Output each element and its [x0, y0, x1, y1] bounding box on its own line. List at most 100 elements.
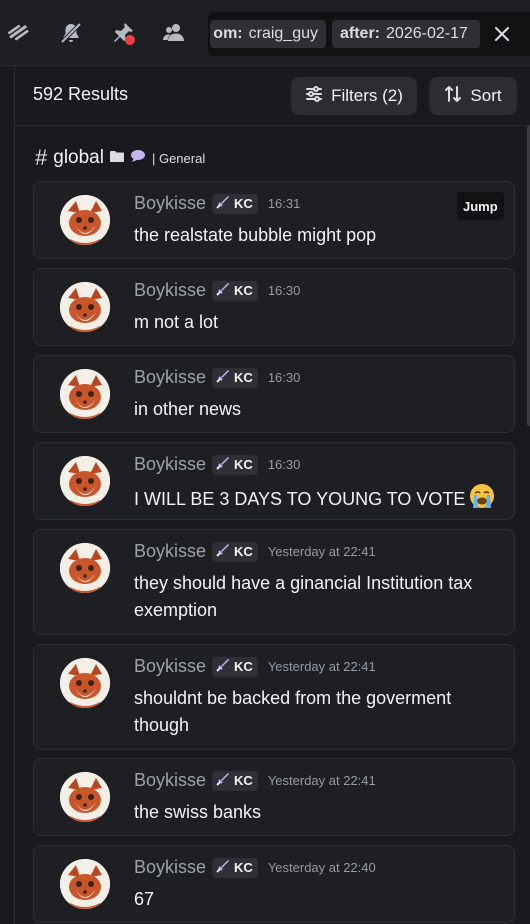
- author-name[interactable]: Boykisse: [134, 857, 206, 878]
- server-tag-label: KC: [234, 457, 253, 472]
- message-text-content: m not a lot: [134, 312, 219, 332]
- avatar[interactable]: [60, 282, 110, 332]
- mute-bell-icon[interactable]: [58, 20, 84, 46]
- results-count: 592 Results: [33, 84, 129, 104]
- server-tag[interactable]: KC: [212, 541, 258, 562]
- threads-icon[interactable]: [6, 20, 32, 46]
- server-tag-label: KC: [234, 773, 253, 788]
- message-text-content: in other news: [134, 399, 242, 419]
- author-name[interactable]: Boykisse: [134, 280, 206, 301]
- sort-button[interactable]: Sort: [429, 77, 517, 115]
- server-tag[interactable]: KC: [212, 193, 258, 214]
- speech-bubble-icon: [130, 149, 146, 168]
- filters-label: Filters (2): [331, 86, 403, 105]
- channel-name: global: [53, 147, 104, 168]
- message-header: Boykisse KC 16:31: [134, 193, 300, 214]
- filters-button[interactable]: Filters (2): [291, 77, 417, 115]
- sword-icon: [216, 456, 230, 473]
- channel-hash-icon: #: [35, 145, 48, 170]
- pinned-icon[interactable]: [110, 20, 136, 46]
- message-text: they should have a ginancial Institution…: [134, 570, 504, 624]
- server-tag-label: KC: [234, 196, 253, 211]
- message-header: Boykisse KC Yesterday at 22:41: [134, 770, 376, 791]
- search-input[interactable]: om: craig_guy after: 2026-02-17: [208, 12, 530, 56]
- author-name[interactable]: Boykisse: [134, 454, 206, 475]
- folder-icon: [109, 149, 124, 167]
- clear-search-button[interactable]: [490, 22, 514, 46]
- avatar[interactable]: [60, 543, 110, 593]
- message-text: the realstate bubble might pop: [134, 222, 504, 249]
- timestamp: Yesterday at 22:41: [267, 773, 376, 788]
- message-header: Boykisse KC Yesterday at 22:41: [134, 541, 376, 562]
- server-tag[interactable]: KC: [212, 857, 258, 878]
- message-card[interactable]: Boykisse KC 16:30 I WILL BE 3 DAYS TO YO…: [33, 442, 515, 520]
- timestamp: Yesterday at 22:41: [267, 544, 376, 559]
- search-results-view: om: craig_guy after: 2026-02-17 592 Resu…: [0, 0, 530, 924]
- channel-category: | General: [151, 150, 206, 166]
- message-card[interactable]: Boykisse KC Yesterday at 22:41 shouldnt …: [33, 644, 515, 750]
- message-text: shouldnt be backed from the goverment th…: [134, 685, 504, 739]
- timestamp: 16:30: [267, 457, 301, 472]
- server-tag[interactable]: KC: [212, 770, 258, 791]
- sword-icon: [216, 859, 230, 876]
- chip-key: om:: [213, 25, 243, 42]
- message-card[interactable]: Boykisse KC Yesterday at 22:40 67: [33, 845, 515, 923]
- results-panel: 592 Results Filters (2) Sort # global |: [14, 66, 530, 924]
- chip-key: after:: [340, 25, 381, 42]
- message-text-content: they should have a ginancial Institution…: [134, 573, 473, 620]
- avatar[interactable]: [60, 859, 110, 909]
- message-card[interactable]: Boykisse KC 16:30 m not a lot: [33, 268, 515, 346]
- message-header: Boykisse KC 16:30: [134, 367, 300, 388]
- top-toolbar: om: craig_guy after: 2026-02-17: [0, 0, 530, 66]
- author-name[interactable]: Boykisse: [134, 193, 206, 214]
- message-card[interactable]: Boykisse KC 16:30 in other news: [33, 355, 515, 433]
- server-tag[interactable]: KC: [212, 454, 258, 475]
- message-header: Boykisse KC Yesterday at 22:40: [134, 857, 376, 878]
- author-name[interactable]: Boykisse: [134, 656, 206, 677]
- author-name[interactable]: Boykisse: [134, 770, 206, 791]
- message-card[interactable]: Boykisse KC Yesterday at 22:41 the swiss…: [33, 758, 515, 836]
- message-header: Boykisse KC 16:30: [134, 280, 300, 301]
- close-icon: [495, 27, 509, 41]
- server-tag[interactable]: KC: [212, 280, 258, 301]
- server-tag-label: KC: [234, 370, 253, 385]
- sob-emoji-icon: [469, 483, 495, 517]
- avatar[interactable]: [60, 369, 110, 419]
- chip-value: 2026-02-17: [386, 25, 468, 42]
- avatar[interactable]: [60, 195, 110, 245]
- sword-icon: [216, 195, 230, 212]
- message-text-content: 67: [134, 889, 155, 909]
- jump-button[interactable]: Jump: [457, 192, 504, 220]
- server-tag-label: KC: [234, 860, 253, 875]
- message-card[interactable]: Boykisse KC Yesterday at 22:41 they shou…: [33, 529, 515, 635]
- chip-value: craig_guy: [248, 25, 318, 42]
- search-chip-after[interactable]: after: 2026-02-17: [332, 20, 480, 48]
- timestamp: 16:30: [267, 283, 301, 298]
- server-tag[interactable]: KC: [212, 656, 258, 677]
- message-text: 67: [134, 886, 504, 913]
- server-tag[interactable]: KC: [212, 367, 258, 388]
- message-text: I WILL BE 3 DAYS TO YOUNG TO VOTE: [134, 483, 504, 517]
- avatar[interactable]: [60, 456, 110, 506]
- message-header: Boykisse KC 16:30: [134, 454, 300, 475]
- members-icon[interactable]: [162, 20, 188, 46]
- channel-header[interactable]: # global | General: [35, 145, 206, 170]
- message-text: the swiss banks: [134, 799, 504, 826]
- avatar[interactable]: [60, 658, 110, 708]
- avatar[interactable]: [60, 772, 110, 822]
- sword-icon: [216, 543, 230, 560]
- sword-icon: [216, 282, 230, 299]
- message-header: Boykisse KC Yesterday at 22:41: [134, 656, 376, 677]
- sort-icon: [444, 85, 462, 108]
- sword-icon: [216, 369, 230, 386]
- author-name[interactable]: Boykisse: [134, 367, 206, 388]
- server-tag-label: KC: [234, 283, 253, 298]
- filters-icon: [305, 85, 323, 108]
- search-chip-from[interactable]: om: craig_guy: [210, 20, 326, 48]
- message-text-content: shouldnt be backed from the goverment th…: [134, 688, 452, 735]
- timestamp: 16:30: [267, 370, 301, 385]
- server-tag-label: KC: [234, 659, 253, 674]
- message-card[interactable]: Boykisse KC 16:31 the realstate bubble m…: [33, 181, 515, 259]
- divider: [15, 125, 530, 126]
- author-name[interactable]: Boykisse: [134, 541, 206, 562]
